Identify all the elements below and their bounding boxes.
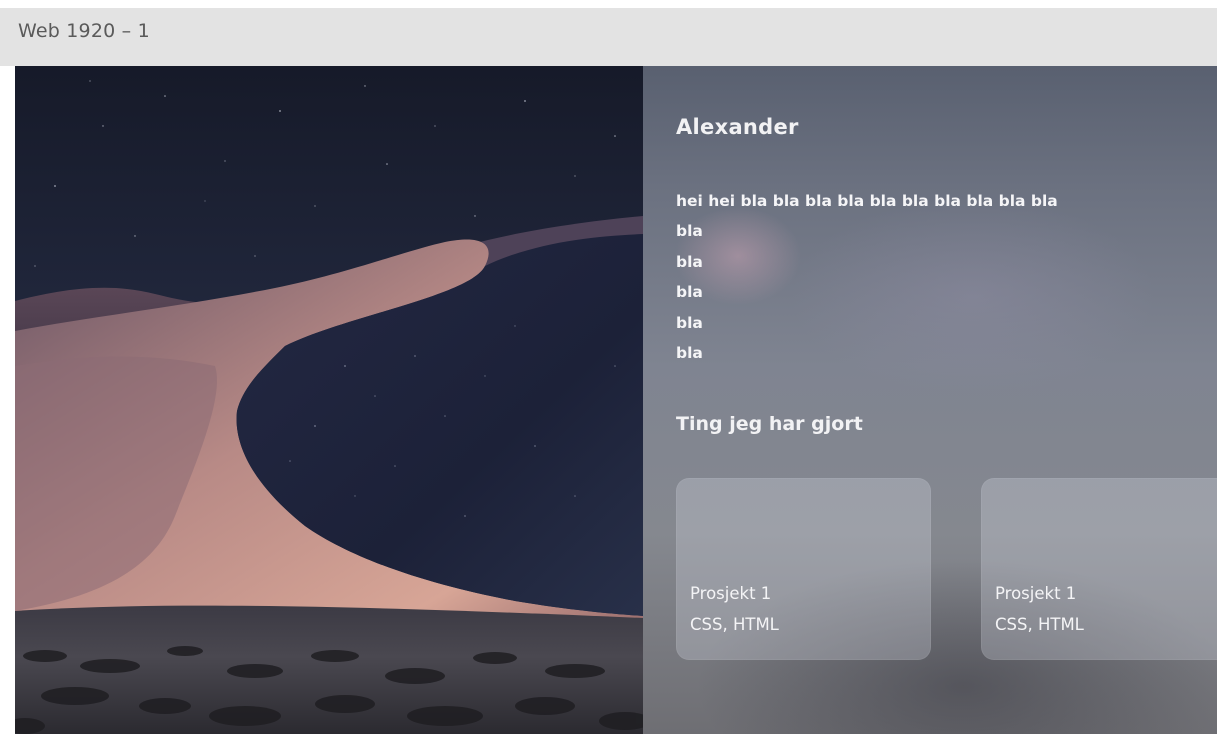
artboard-header-strip	[0, 8, 1217, 66]
projects-section-heading: Ting jeg har gjort	[676, 413, 863, 435]
bio-line: bla	[676, 313, 703, 332]
profile-panel: Alexander hei hei bla bla bla bla bla bl…	[643, 66, 1217, 734]
profile-bio: hei hei bla bla bla bla bla bla bla bla …	[676, 189, 1196, 369]
artboard-label[interactable]: Web 1920 – 1	[18, 20, 150, 42]
project-card-tech: CSS, HTML	[690, 615, 779, 634]
artboard-web-1920[interactable]: Alexander hei hei bla bla bla bla bla bl…	[15, 66, 1217, 734]
project-card-title: Prosjekt 1	[995, 584, 1077, 603]
bio-line: bla	[676, 344, 703, 362]
project-card-title: Prosjekt 1	[690, 584, 772, 603]
bio-line: bla	[676, 222, 703, 240]
bio-line: bla	[676, 252, 703, 271]
project-card[interactable]: Prosjekt 1 CSS, HTML	[676, 478, 931, 660]
project-card-tech: CSS, HTML	[995, 615, 1084, 634]
profile-name-heading: Alexander	[676, 115, 799, 139]
bio-line: bla	[676, 283, 703, 301]
project-card[interactable]: Prosjekt 1 CSS, HTML	[981, 478, 1217, 660]
bio-line: hei hei bla bla bla bla bla bla bla bla …	[676, 192, 1058, 210]
desert-dune-night-image	[15, 66, 643, 734]
